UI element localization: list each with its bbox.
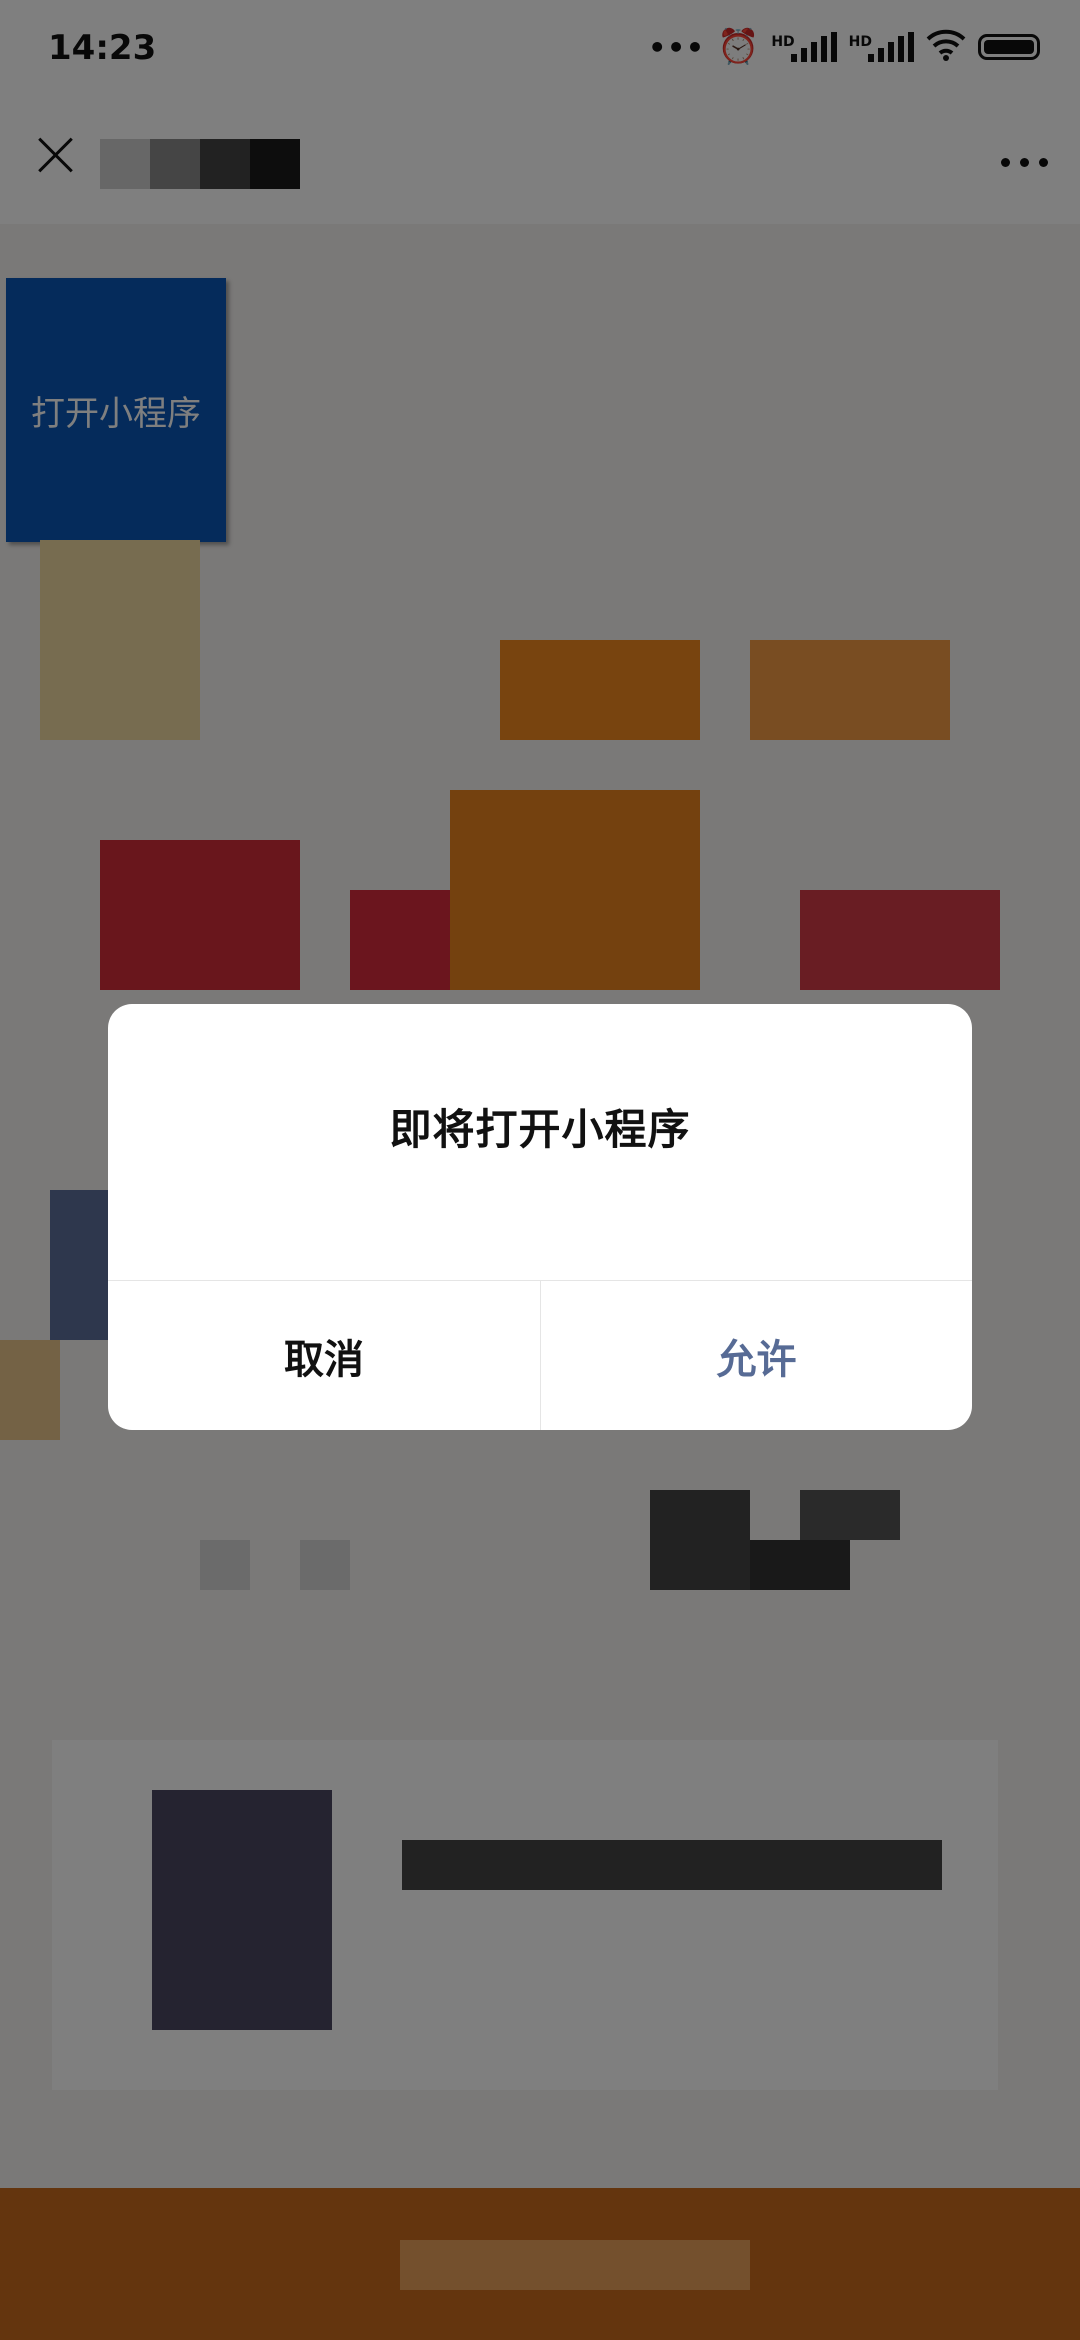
allow-button[interactable]: 允许	[540, 1281, 972, 1430]
open-miniprogram-dialog: 即将打开小程序 取消 允许	[108, 1004, 972, 1430]
dialog-title: 即将打开小程序	[389, 1105, 691, 1154]
cancel-button[interactable]: 取消	[108, 1281, 540, 1430]
